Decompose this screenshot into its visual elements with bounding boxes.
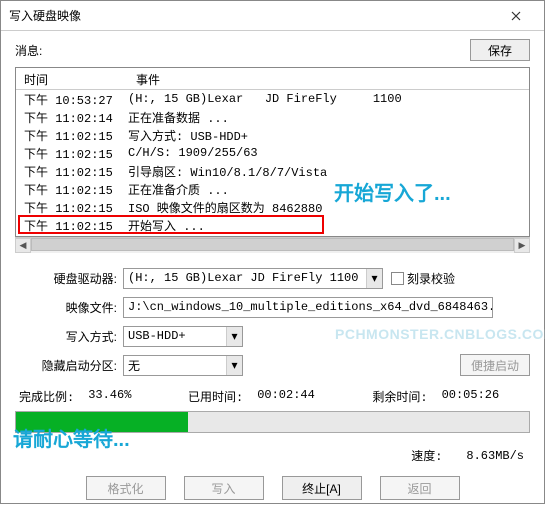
log-row[interactable]: 下午 11:02:15写入方式: USB-HDD+ [16, 126, 529, 144]
log-list: 时间 事件 下午 10:53:27(H:, 15 GB)Lexar JD Fir… [15, 67, 530, 237]
verify-checkbox[interactable] [391, 272, 404, 285]
percent-label: 完成比例: [19, 388, 74, 405]
message-label: 消息: [15, 42, 470, 59]
dialog-window: 写入硬盘映像 消息: 保存 时间 事件 下午 10:53:27(H:, 15 G… [0, 0, 545, 504]
log-row[interactable]: 下午 11:02:15ISO 映像文件的扇区数为 8462880 [16, 198, 529, 216]
hidden-dropdown[interactable]: 无 ▾ [123, 355, 243, 376]
elapsed-value: 00:02:44 [257, 388, 315, 405]
hidden-value: 无 [128, 357, 140, 374]
scroll-thumb[interactable] [31, 238, 514, 251]
percent-value: 33.46% [88, 388, 131, 405]
back-button[interactable]: 返回 [380, 476, 460, 500]
image-label: 映像文件: [15, 299, 123, 316]
drive-dropdown[interactable]: (H:, 15 GB)Lexar JD FireFly 1100 ▾ [123, 268, 383, 289]
chevron-down-icon: ▾ [226, 327, 242, 346]
scroll-track[interactable] [31, 238, 514, 253]
convenient-boot-button[interactable]: 便捷启动 [460, 354, 530, 376]
write-mode-value: USB-HDD+ [128, 329, 186, 343]
annotation-text: 开始写入了... [334, 177, 451, 206]
elapsed-label: 已用时间: [188, 388, 243, 405]
hidden-label: 隐藏启动分区: [15, 357, 123, 374]
image-value: J:\cn_windows_10_multiple_editions_x64_d… [128, 300, 493, 314]
remaining-label: 剩余时间: [372, 388, 427, 405]
write-button[interactable]: 写入 [184, 476, 264, 500]
image-field[interactable]: J:\cn_windows_10_multiple_editions_x64_d… [123, 297, 493, 318]
speed-value: 8.63MB/s [466, 449, 524, 463]
window-title: 写入硬盘映像 [9, 7, 496, 24]
write-mode-dropdown[interactable]: USB-HDD+ ▾ [123, 326, 243, 347]
verify-label: 刻录校验 [407, 270, 455, 287]
drive-label: 硬盘驱动器: [15, 270, 123, 287]
annotation-text: 请耐心等待... [13, 423, 130, 452]
write-mode-label: 写入方式: [15, 328, 123, 345]
chevron-down-icon: ▾ [366, 269, 382, 288]
chevron-down-icon: ▾ [226, 356, 242, 375]
log-header-time[interactable]: 时间 [16, 68, 128, 89]
speed-label: 速度: [411, 447, 442, 464]
log-row[interactable]: 下午 11:02:14正在准备数据 ... [16, 108, 529, 126]
log-row[interactable]: 下午 11:02:15引导扇区: Win10/8.1/8/7/Vista [16, 162, 529, 180]
log-header: 时间 事件 [16, 68, 529, 90]
drive-value: (H:, 15 GB)Lexar JD FireFly 1100 [128, 271, 358, 285]
scroll-right-icon[interactable]: ▶ [514, 238, 530, 253]
log-row[interactable]: 下午 11:02:15C/H/S: 1909/255/63 [16, 144, 529, 162]
save-button[interactable]: 保存 [470, 39, 530, 61]
scroll-left-icon[interactable]: ◀ [15, 238, 31, 253]
watermark-text: PCHMONSTER.CNBLOGS.COM [335, 326, 545, 342]
log-header-event[interactable]: 事件 [128, 68, 168, 89]
log-body: 下午 10:53:27(H:, 15 GB)Lexar JD FireFly 1… [16, 90, 529, 234]
log-row[interactable]: 下午 11:02:15开始写入 ... [16, 216, 529, 234]
abort-button[interactable]: 终止[A] [282, 476, 362, 500]
close-button[interactable] [496, 2, 536, 30]
horizontal-scrollbar[interactable]: ◀ ▶ [15, 237, 530, 253]
remaining-value: 00:05:26 [442, 388, 500, 405]
log-row[interactable]: 下午 10:53:27(H:, 15 GB)Lexar JD FireFly 1… [16, 90, 529, 108]
close-icon [511, 11, 521, 21]
verify-checkbox-wrap[interactable]: 刻录校验 [391, 270, 455, 287]
format-button[interactable]: 格式化 [86, 476, 166, 500]
titlebar: 写入硬盘映像 [1, 1, 544, 31]
log-row[interactable]: 下午 11:02:15正在准备介质 ... [16, 180, 529, 198]
